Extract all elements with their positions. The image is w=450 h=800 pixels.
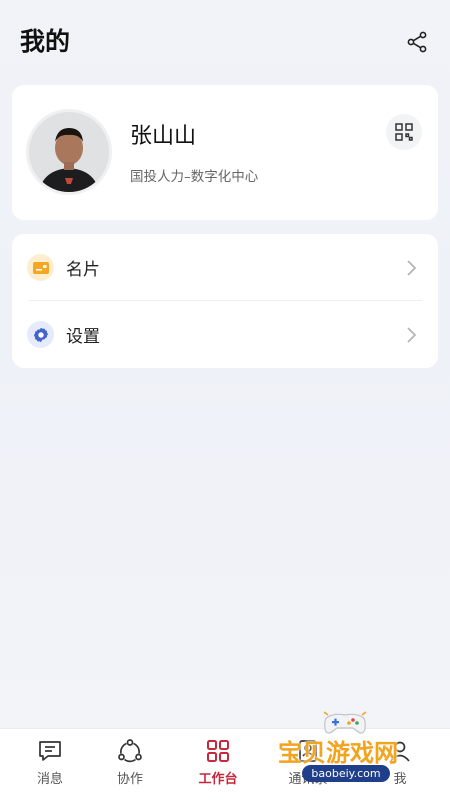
tab-collaborate[interactable]: 协作 [85,729,175,800]
watermark-url: baobeiy.com [302,765,390,782]
menu-item-settings[interactable]: 设置 [12,301,438,368]
share-button[interactable] [402,27,432,57]
user-organization: 国投人力–数字化中心 [130,169,259,185]
menu-item-label: 设置 [66,327,100,347]
page-title: 我的 [20,27,71,56]
header: 我的 [0,0,450,84]
chevron-right-icon [407,260,417,276]
tab-label: 工作台 [198,772,238,787]
avatar[interactable] [26,109,112,195]
qr-code-button[interactable] [386,114,422,150]
profile-card[interactable]: 张山山 国投人力–数字化中心 [12,85,438,220]
share-icon [407,31,427,53]
message-icon [39,741,61,761]
grid-icon [207,740,229,762]
business-card-icon [27,254,54,281]
tab-messages[interactable]: 消息 [5,729,95,800]
chevron-right-icon [407,327,417,343]
gear-icon [27,321,54,348]
collaborate-icon [118,739,142,763]
menu-item-business-card[interactable]: 名片 [12,234,438,301]
tab-label: 协作 [116,772,143,787]
watermark-text: 宝贝游戏网 [278,739,398,767]
watermark: 宝贝游戏网 baobeiy.com [272,705,422,785]
user-name: 张山山 [130,124,197,149]
avatar-portrait [29,112,109,192]
qr-code-icon [395,123,413,141]
tab-label: 消息 [36,772,63,787]
menu-item-label: 名片 [66,260,100,280]
tab-workbench[interactable]: 工作台 [173,729,263,800]
menu-card: 名片 设置 [12,234,438,368]
